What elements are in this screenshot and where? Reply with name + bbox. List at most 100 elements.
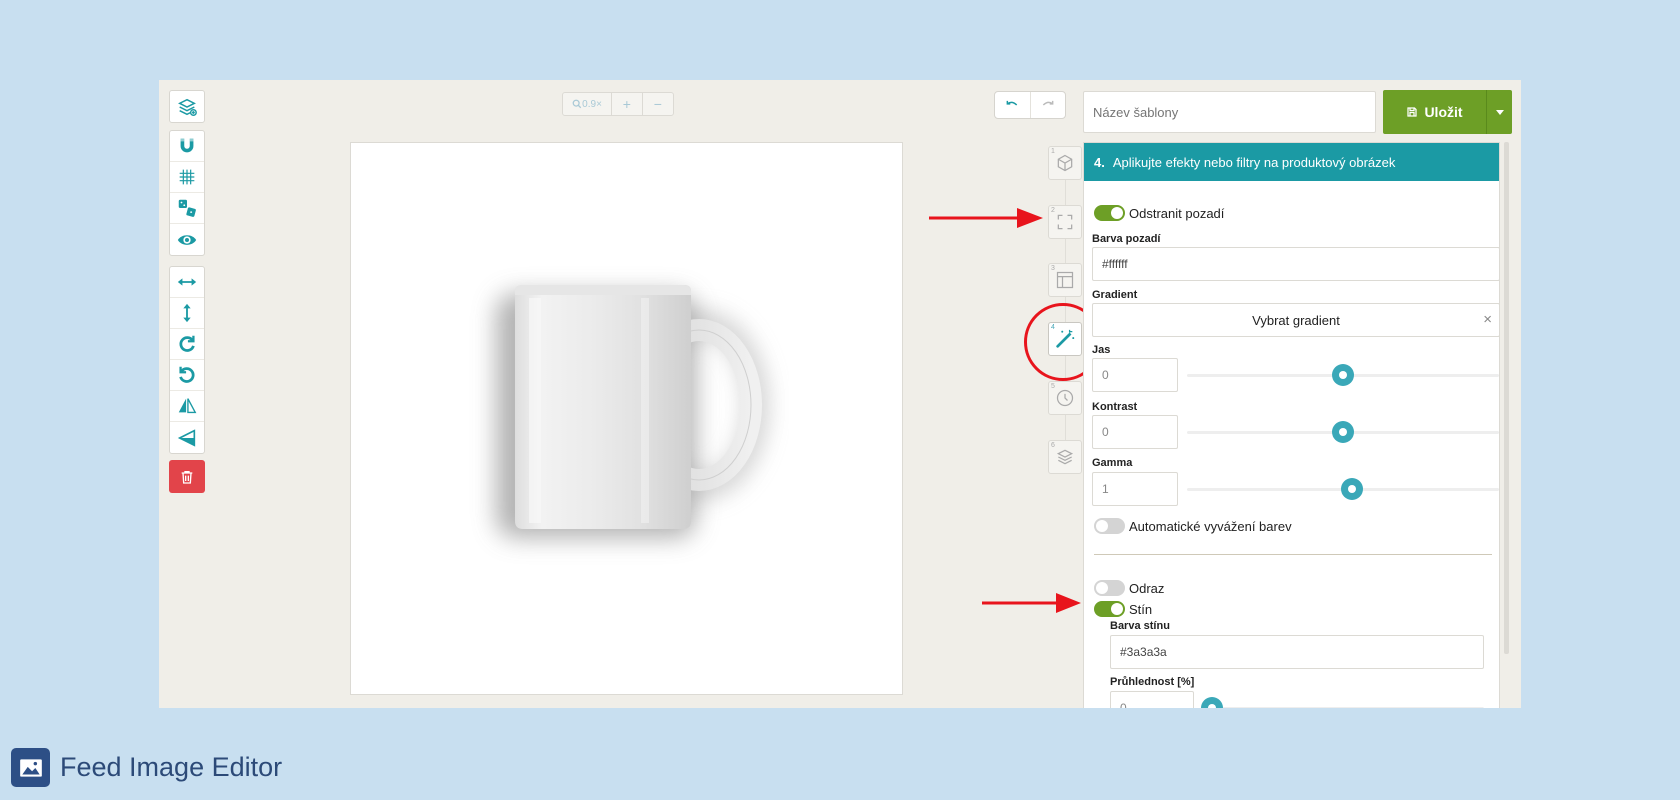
zoom-in-button[interactable]: +	[612, 93, 643, 115]
magnet-icon	[180, 138, 194, 153]
step-1-product[interactable]: 1	[1048, 146, 1082, 180]
step-number: 1	[1051, 148, 1055, 155]
rotate-left-icon	[179, 366, 195, 383]
panel-title: Aplikujte efekty nebo filtry na produkto…	[1112, 154, 1396, 170]
image-logo-icon	[11, 748, 50, 787]
flip-horizontal-button[interactable]	[170, 391, 204, 422]
opacity-label: Průhlednost [%]	[1110, 676, 1195, 688]
redo-button[interactable]	[1031, 92, 1066, 118]
remove-bg-row: Odstranit pozadí	[1094, 205, 1224, 221]
transform-tool-group	[169, 266, 205, 454]
zoom-level[interactable]: 0.9×	[563, 93, 613, 115]
zoom-out-button[interactable]: −	[643, 93, 673, 115]
bg-color-input[interactable]: #ffffff	[1092, 247, 1499, 281]
contrast-input[interactable]: 0	[1092, 415, 1178, 449]
gradient-label: Gradient	[1092, 289, 1138, 301]
effects-panel-header: 4. Aplikujte efekty nebo filtry na produ…	[1084, 143, 1499, 181]
crop-frame-icon	[1057, 214, 1073, 230]
visibility-button[interactable]	[170, 224, 204, 255]
snap-button[interactable]	[170, 131, 204, 162]
opacity-slider-handle[interactable]	[1201, 697, 1223, 708]
gamma-slider-handle[interactable]	[1341, 478, 1364, 500]
arrows-vertical-icon	[183, 303, 191, 323]
footer-title: Feed Image Editor	[60, 752, 283, 782]
step-3-layout[interactable]: 3	[1048, 263, 1082, 297]
history-controls	[994, 91, 1066, 119]
layout-icon	[1056, 271, 1074, 289]
remove-bg-toggle[interactable]	[1094, 205, 1125, 221]
stretch-vertical-button[interactable]	[170, 298, 204, 329]
eye-icon	[177, 234, 197, 245]
zoom-icon	[572, 99, 582, 109]
contrast-slider-handle[interactable]	[1332, 421, 1354, 443]
layers-add-icon	[178, 98, 197, 116]
brightness-slider-handle[interactable]	[1332, 364, 1354, 386]
panel-scrollbar[interactable]	[1504, 142, 1509, 654]
undo-icon	[1006, 100, 1018, 106]
remove-bg-label: Odstranit pozadí	[1129, 205, 1225, 221]
grid-button[interactable]	[170, 162, 204, 193]
save-options-button[interactable]	[1486, 90, 1512, 134]
stretch-horizontal-button[interactable]	[170, 267, 204, 298]
redo-icon	[1042, 100, 1054, 106]
step-2-crop[interactable]: 2	[1048, 205, 1082, 239]
flip-vertical-icon	[177, 428, 196, 447]
trash-icon	[181, 470, 193, 484]
gradient-select-button[interactable]: Vybrat gradient ×	[1092, 303, 1499, 337]
helpers-tool-group	[169, 130, 205, 256]
annotation-arrow-remove-bg	[929, 208, 1043, 228]
layers-tool-group	[169, 90, 205, 123]
reflection-toggle[interactable]	[1094, 580, 1125, 596]
design-canvas[interactable]	[350, 142, 903, 695]
shadow-color-label: Barva stínu	[1110, 620, 1170, 632]
undo-button[interactable]	[995, 92, 1031, 118]
shadow-row: Stín	[1094, 601, 1152, 617]
annotation-arrow-shadow	[982, 593, 1081, 613]
rotate-right-button[interactable]	[170, 329, 204, 360]
section-divider	[1094, 554, 1492, 555]
zoom-level-text: 0.9×	[582, 98, 602, 110]
opacity-slider[interactable]	[1212, 707, 1484, 708]
clock-icon	[1056, 389, 1074, 407]
shadow-label: Stín	[1129, 601, 1153, 617]
brightness-label: Jas	[1092, 344, 1111, 356]
gamma-input[interactable]: 1	[1092, 472, 1178, 506]
reflection-row: Odraz	[1094, 580, 1164, 596]
save-button[interactable]: Uložit	[1383, 90, 1486, 134]
gradient-clear-icon[interactable]: ×	[1483, 311, 1492, 328]
auto-balance-label: Automatické vyvážení barev	[1129, 518, 1292, 534]
arrows-horizontal-icon	[177, 278, 197, 286]
shadow-toggle[interactable]	[1094, 601, 1125, 617]
step-number: 6	[1051, 442, 1055, 449]
grid-icon	[179, 169, 195, 185]
layers-icon	[1056, 449, 1074, 465]
template-name-input[interactable]	[1083, 91, 1376, 133]
add-layer-button[interactable]	[170, 91, 204, 122]
reflection-label: Odraz	[1129, 580, 1165, 596]
cube-icon	[1057, 154, 1073, 172]
floppy-icon	[1407, 107, 1418, 117]
brightness-input[interactable]: 0	[1092, 358, 1178, 392]
save-label: Uložit	[1424, 104, 1463, 120]
effects-panel: 4. Aplikujte efekty nebo filtry na produ…	[1083, 142, 1500, 708]
rotate-right-icon	[179, 335, 195, 352]
auto-balance-row: Automatické vyvážení barev	[1094, 518, 1292, 534]
opacity-input[interactable]: 0	[1110, 691, 1194, 708]
shadow-color-input[interactable]: #3a3a3a	[1110, 635, 1484, 669]
contrast-label: Kontrast	[1092, 401, 1138, 413]
flip-vertical-button[interactable]	[170, 422, 204, 453]
random-button[interactable]	[170, 193, 204, 224]
mug-image[interactable]	[351, 143, 904, 696]
footer-brand: Feed Image Editor	[11, 748, 282, 787]
delete-button[interactable]	[169, 460, 205, 493]
step-number: 5	[1051, 383, 1055, 390]
auto-balance-toggle[interactable]	[1094, 518, 1125, 534]
step-5-history[interactable]: 5	[1048, 381, 1082, 415]
step-number: 2	[1051, 207, 1055, 214]
rotate-left-button[interactable]	[170, 360, 204, 391]
editor-app: 0.9× + − Název šablony Uložit 1 2 3 4 5 …	[159, 80, 1521, 708]
panel-step-number: 4.	[1094, 154, 1105, 170]
bg-color-label: Barva pozadí	[1092, 233, 1161, 245]
step-6-layers[interactable]: 6	[1048, 440, 1082, 474]
dice-icon	[178, 199, 196, 217]
